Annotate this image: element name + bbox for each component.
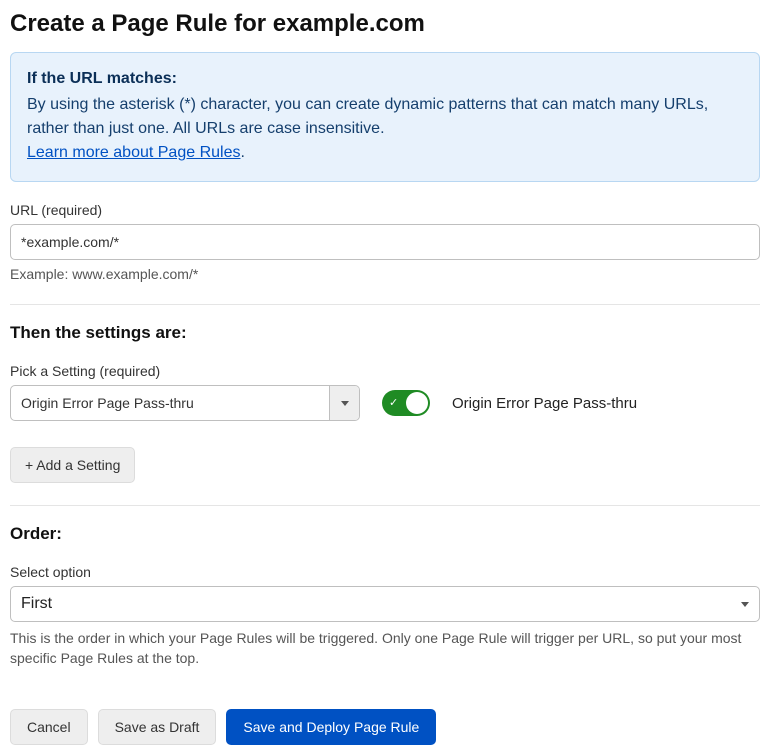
check-icon: ✓ <box>389 398 398 409</box>
divider <box>10 304 760 305</box>
setting-select[interactable]: Origin Error Page Pass-thru <box>10 385 360 421</box>
learn-more-link[interactable]: Learn more about Page Rules <box>27 144 240 161</box>
info-box-period: . <box>240 144 244 161</box>
settings-title: Then the settings are: <box>10 323 760 343</box>
save-deploy-button[interactable]: Save and Deploy Page Rule <box>226 709 436 745</box>
page-title: Create a Page Rule for example.com <box>10 10 760 38</box>
cancel-button[interactable]: Cancel <box>10 709 88 745</box>
order-title: Order: <box>10 524 760 544</box>
caret-down-icon <box>341 401 349 406</box>
info-box-body: By using the asterisk (*) character, you… <box>27 93 743 165</box>
url-input[interactable] <box>10 224 760 260</box>
caret-down-icon <box>741 602 749 607</box>
url-example: Example: www.example.com/* <box>10 266 760 282</box>
action-bar: Cancel Save as Draft Save and Deploy Pag… <box>10 709 760 745</box>
order-select[interactable]: First <box>10 586 760 622</box>
order-label: Select option <box>10 564 760 580</box>
toggle-knob <box>406 392 428 414</box>
pick-setting-label: Pick a Setting (required) <box>10 363 760 379</box>
order-help-text: This is the order in which your Page Rul… <box>10 628 760 669</box>
origin-error-toggle[interactable]: ✓ <box>382 390 430 416</box>
info-box: If the URL matches: By using the asteris… <box>10 52 760 182</box>
order-select-value: First <box>21 595 52 613</box>
info-box-title: If the URL matches: <box>27 67 743 91</box>
save-draft-button[interactable]: Save as Draft <box>98 709 217 745</box>
setting-select-arrow[interactable] <box>329 386 359 420</box>
toggle-label: Origin Error Page Pass-thru <box>452 395 637 412</box>
setting-select-value: Origin Error Page Pass-thru <box>11 386 329 420</box>
url-label: URL (required) <box>10 202 760 218</box>
add-setting-button[interactable]: + Add a Setting <box>10 447 135 483</box>
divider <box>10 505 760 506</box>
info-box-text: By using the asterisk (*) character, you… <box>27 96 708 137</box>
